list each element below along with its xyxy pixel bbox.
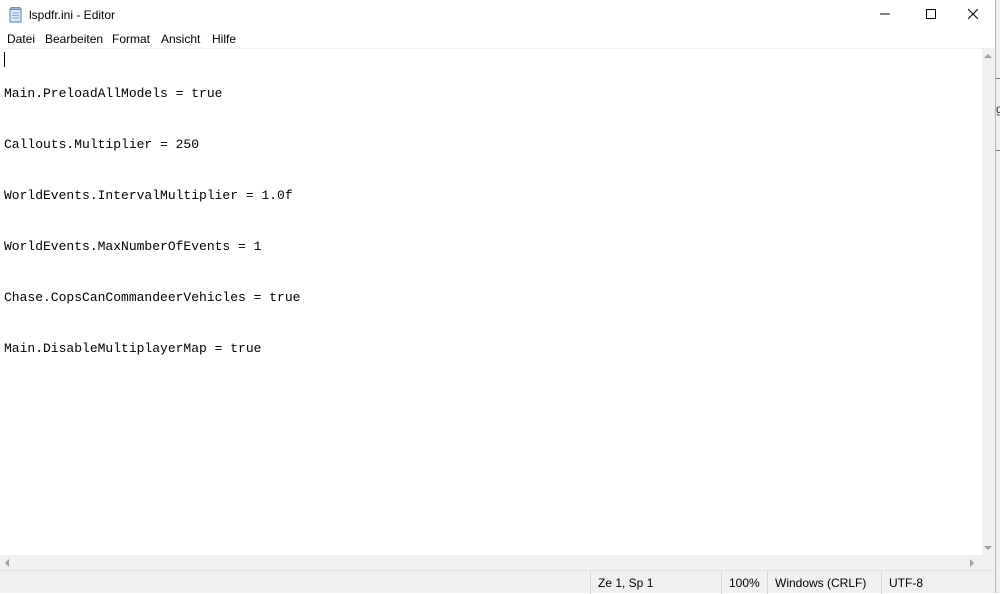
line-ending-indicator: Windows (CRLF) [775,576,867,590]
menu-ansicht[interactable]: Ansicht [161,31,200,47]
background-window-text: g [996,102,1000,116]
status-separator [590,571,591,594]
zoom-level: 100% [729,576,760,590]
status-separator [881,571,882,594]
background-divider [996,78,1000,79]
editor-line: Callouts.Multiplier = 250 [4,137,200,152]
menu-datei[interactable]: Datei [7,31,35,47]
scroll-up-icon[interactable] [984,54,992,58]
scroll-right-icon[interactable] [970,559,974,567]
editor-line: Chase.CopsCanCommandeerVehicles = true [4,290,301,305]
encoding-indicator: UTF-8 [889,576,923,590]
status-bar: Ze 1, Sp 1 100% Windows (CRLF) UTF-8 [0,570,995,594]
minimize-button[interactable] [862,0,908,30]
text-editor-area[interactable]: Main.PreloadAllModels = true Callouts.Mu… [0,48,982,556]
cursor-position: Ze 1, Sp 1 [598,576,654,590]
menu-format[interactable]: Format [112,31,150,47]
notepad-window: lspdfr.ini - Editor Datei Bearbeiten For… [0,0,996,594]
editor-line: WorldEvents.IntervalMultiplier = 1.0f [4,188,293,203]
editor-line: Main.PreloadAllModels = true [4,86,223,101]
horizontal-scrollbar[interactable] [0,555,982,570]
window-title: lspdfr.ini - Editor [29,8,116,22]
vertical-scrollbar[interactable] [982,48,995,555]
menu-hilfe[interactable]: Hilfe [212,31,236,47]
close-button[interactable] [950,0,996,30]
status-separator [721,571,722,594]
status-separator [767,571,768,594]
close-icon [967,6,979,24]
scroll-down-icon[interactable] [984,546,992,550]
notepad-icon [9,7,23,23]
editor-line: WorldEvents.MaxNumberOfEvents = 1 [4,239,262,254]
text-caret [4,52,5,67]
background-divider [996,150,1000,151]
scrollbar-corner [982,555,995,570]
editor-line: Main.DisableMultiplayerMap = true [4,341,262,356]
menu-bar: Datei Bearbeiten Format Ansicht Hilfe [0,30,995,48]
maximize-icon [926,6,936,24]
editor-text[interactable]: Main.PreloadAllModels = true Callouts.Mu… [4,51,300,391]
minimize-icon [880,6,890,24]
background-window-edge: g [996,0,1000,593]
menu-bearbeiten[interactable]: Bearbeiten [45,31,103,47]
scroll-left-icon[interactable] [5,559,9,567]
maximize-button[interactable] [908,0,954,30]
title-bar[interactable]: lspdfr.ini - Editor [0,0,995,30]
